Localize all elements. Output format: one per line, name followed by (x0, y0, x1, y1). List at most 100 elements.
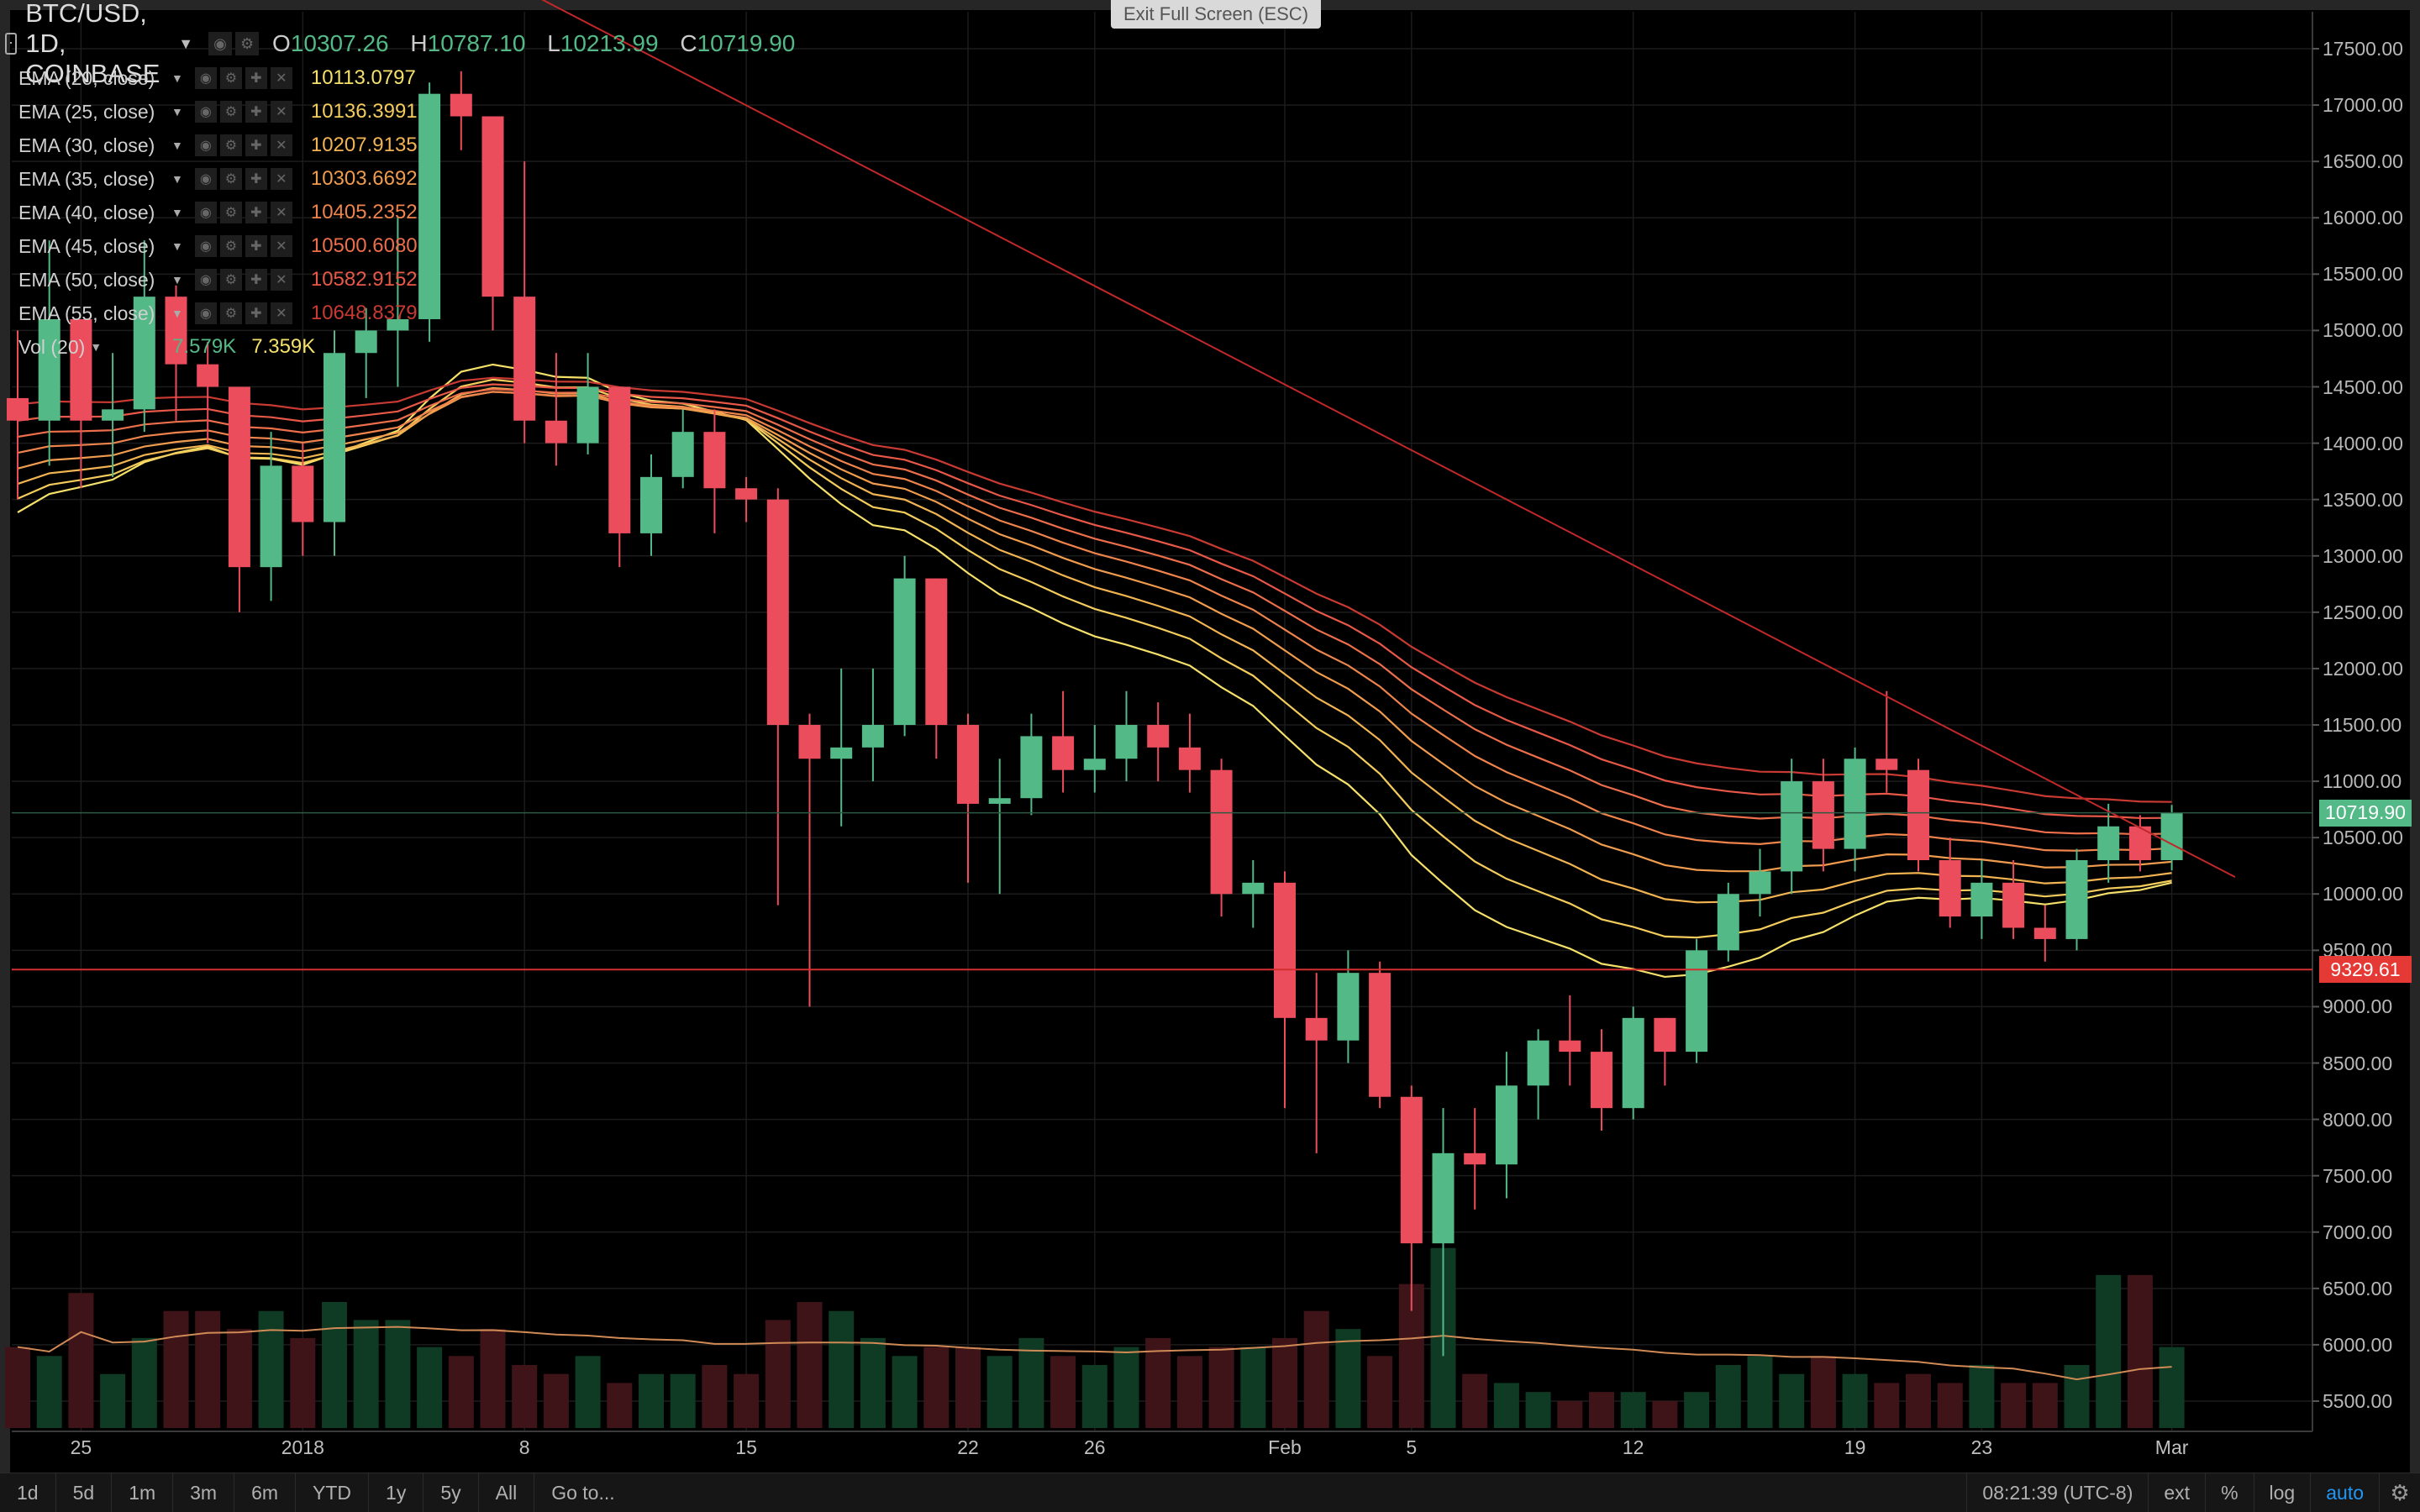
indicator-name[interactable]: EMA (50, close) (18, 269, 171, 291)
chevron-down-icon[interactable]: ▼ (171, 105, 183, 118)
candle-body (2160, 812, 2183, 860)
volume-name[interactable]: Vol (20) (18, 336, 85, 359)
candle-body (324, 353, 345, 522)
more-plus-icon[interactable]: ✚ (245, 269, 267, 291)
indicator-name[interactable]: EMA (55, close) (18, 302, 171, 325)
timeframe-button[interactable]: 6m (234, 1473, 297, 1512)
price-tick-label: 13000.00 (2323, 544, 2403, 567)
settings-gear-icon[interactable]: ⚙ (219, 235, 242, 257)
chevron-down-icon[interactable]: ▼ (171, 239, 183, 253)
volume-bar (1652, 1400, 1678, 1428)
indicator-name[interactable]: EMA (30, close) (18, 134, 171, 157)
chevron-down-icon[interactable]: ▼ (171, 206, 183, 219)
more-plus-icon[interactable]: ✚ (245, 302, 267, 324)
hide-icon[interactable]: ◉ (194, 302, 217, 324)
more-plus-icon[interactable]: ✚ (245, 168, 267, 190)
indicator-row: EMA (25, close) ▼ ◉ ⚙ ✚ ✕ 10136.3991 (18, 97, 418, 126)
volume-bar (512, 1365, 538, 1428)
time-tick-label: Feb (1268, 1436, 1302, 1458)
close-label: C (680, 30, 697, 56)
price-tick-label: 8000.00 (2323, 1108, 2393, 1131)
settings-gear-icon[interactable]: ⚙ (219, 202, 242, 223)
remove-close-icon[interactable]: ✕ (270, 168, 292, 190)
more-plus-icon[interactable]: ✚ (245, 67, 267, 89)
goto-button[interactable]: Go to... (534, 1473, 631, 1512)
indicator-name[interactable]: EMA (40, close) (18, 202, 171, 224)
bottom-right-controls: 08:21:39 (UTC-8) ext % log auto ⚙ (1966, 1473, 2420, 1512)
remove-close-icon[interactable]: ✕ (270, 269, 292, 291)
timeframe-button[interactable]: 1m (112, 1473, 174, 1512)
indicator-row: EMA (40, close) ▼ ◉ ⚙ ✚ ✕ 10405.2352 (18, 198, 418, 227)
settings-gear-icon[interactable]: ⚙ (219, 269, 242, 291)
chevron-down-icon[interactable]: ▼ (178, 35, 193, 53)
price-chart[interactable] (0, 0, 2420, 1512)
hide-icon[interactable]: ◉ (194, 269, 217, 291)
chevron-down-icon[interactable]: ▼ (171, 273, 183, 286)
candle-body (1147, 725, 1170, 748)
settings-gear-icon[interactable]: ⚙ (219, 168, 242, 190)
timeframe-button[interactable]: 5y (424, 1473, 479, 1512)
settings-gear-icon[interactable]: ⚙ (219, 67, 242, 89)
timeframe-button[interactable]: 1d (0, 1473, 56, 1512)
more-plus-icon[interactable]: ✚ (245, 134, 267, 156)
settings-gear-icon[interactable]: ⚙ (219, 134, 242, 156)
hide-icon[interactable]: ◉ (208, 32, 233, 55)
candle-body (608, 386, 631, 533)
hide-icon[interactable]: ◉ (194, 67, 217, 89)
settings-gear-icon[interactable]: ⚙ (235, 32, 260, 55)
remove-close-icon[interactable]: ✕ (270, 134, 292, 156)
volume-bar (226, 1329, 252, 1428)
more-plus-icon[interactable]: ✚ (245, 235, 267, 257)
collapse-legend-icon[interactable] (5, 33, 18, 55)
chevron-down-icon[interactable]: ▼ (171, 71, 183, 85)
timeframe-button[interactable]: 1y (369, 1473, 424, 1512)
low-label: L (547, 30, 560, 56)
chevron-down-icon[interactable]: ▼ (171, 307, 183, 320)
chevron-down-icon[interactable]: ▼ (90, 340, 102, 354)
remove-close-icon[interactable]: ✕ (270, 101, 292, 123)
settings-gear-icon[interactable]: ⚙ (219, 302, 242, 324)
clock-readout[interactable]: 08:21:39 (UTC-8) (1966, 1473, 2148, 1512)
chevron-down-icon[interactable]: ▼ (171, 172, 183, 186)
volume-row: Vol (20) ▼ 7.579K 7.359K (18, 333, 315, 361)
percent-toggle[interactable]: % (2205, 1473, 2253, 1512)
remove-close-icon[interactable]: ✕ (270, 202, 292, 223)
price-tick-label: 13500.00 (2323, 488, 2403, 511)
candle-body (292, 465, 314, 522)
volume-bar (353, 1320, 379, 1428)
timeframe-button[interactable]: 3m (173, 1473, 235, 1512)
settings-gear-icon[interactable]: ⚙ (2379, 1473, 2420, 1512)
remove-close-icon[interactable]: ✕ (270, 67, 292, 89)
remove-close-icon[interactable]: ✕ (270, 302, 292, 324)
indicator-name[interactable]: EMA (35, close) (18, 168, 171, 191)
volume-bar (2001, 1383, 2027, 1428)
volume-bar (670, 1373, 696, 1428)
volume-bar (1557, 1400, 1583, 1428)
hide-icon[interactable]: ◉ (194, 168, 217, 190)
hide-icon[interactable]: ◉ (194, 202, 217, 223)
timeframe-button[interactable]: 5d (56, 1473, 113, 1512)
chevron-down-icon[interactable]: ▼ (171, 139, 183, 152)
indicator-name[interactable]: EMA (20, close) (18, 67, 171, 90)
timeframe-button[interactable]: All (479, 1473, 535, 1512)
exit-fullscreen-button[interactable]: Exit Full Screen (ESC) (1111, 0, 1321, 29)
hide-icon[interactable]: ◉ (194, 134, 217, 156)
auto-toggle[interactable]: auto (2310, 1473, 2379, 1512)
time-tick-label: 15 (735, 1436, 757, 1458)
timeframe-button[interactable]: YTD (296, 1473, 370, 1512)
candle-body (1591, 1052, 1612, 1109)
hide-icon[interactable]: ◉ (194, 101, 217, 123)
volume-bar (131, 1337, 157, 1428)
hide-icon[interactable]: ◉ (194, 235, 217, 257)
indicator-row: EMA (20, close) ▼ ◉ ⚙ ✚ ✕ 10113.0797 (18, 64, 416, 92)
indicator-name[interactable]: EMA (25, close) (18, 101, 171, 123)
candle-body (640, 476, 662, 533)
more-plus-icon[interactable]: ✚ (245, 202, 267, 223)
indicator-name[interactable]: EMA (45, close) (18, 235, 171, 258)
volume-bar (955, 1347, 981, 1428)
remove-close-icon[interactable]: ✕ (270, 235, 292, 257)
settings-gear-icon[interactable]: ⚙ (219, 101, 242, 123)
ext-toggle[interactable]: ext (2148, 1473, 2205, 1512)
more-plus-icon[interactable]: ✚ (245, 101, 267, 123)
log-toggle[interactable]: log (2253, 1473, 2311, 1512)
